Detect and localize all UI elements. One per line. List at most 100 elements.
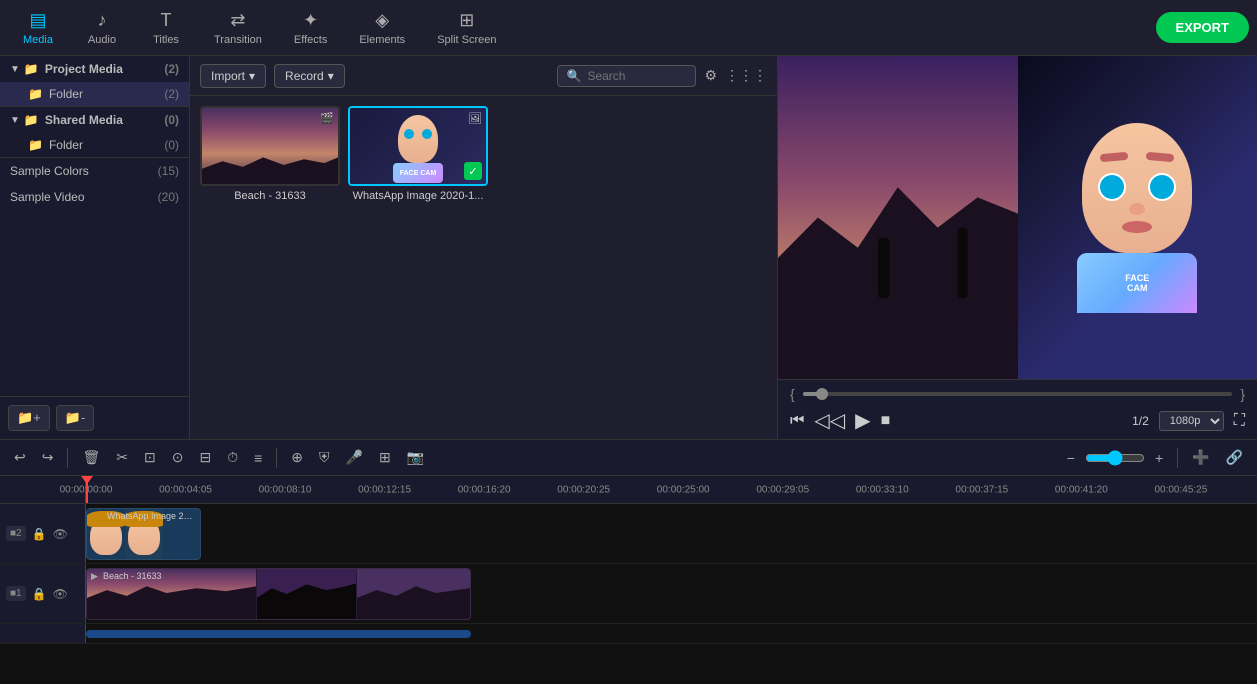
step-back-button[interactable]: ⏮	[790, 412, 804, 430]
sidebar-folder-item[interactable]: 📁 Folder (2)	[0, 82, 189, 106]
transition-icon: ⇄	[230, 10, 245, 31]
ruler-time-9: 00:00:37:15	[955, 484, 1008, 495]
tab-effects[interactable]: ✦ Effects	[280, 4, 341, 52]
zoom-slider[interactable]	[1085, 450, 1145, 466]
track-whatsapp-clip[interactable]: ▶ WhatsApp Image 202...	[86, 508, 201, 560]
snap-button[interactable]: ⊕	[285, 446, 309, 469]
zoom-out-button[interactable]: −	[1061, 447, 1081, 469]
slow-back-button[interactable]: ◁◁	[814, 408, 845, 433]
camera-button[interactable]: 📷	[401, 446, 430, 469]
ruler-times: 00:00:00:00 00:00:04:05 00:00:08:10 00:0…	[86, 476, 1257, 503]
tab-elements[interactable]: ◈ Elements	[345, 4, 419, 52]
redo-button[interactable]: ↪	[36, 446, 60, 469]
elements-icon: ◈	[375, 10, 389, 31]
delete-button[interactable]: 🗑	[76, 446, 106, 469]
whatsapp-thumbnail: FACE CAM 🖼 ✓	[348, 106, 488, 186]
crop-button[interactable]: ⊡	[138, 446, 162, 469]
ruler-time-8: 00:00:33:10	[856, 484, 909, 495]
playhead[interactable]	[86, 476, 88, 503]
sidebar-shared-media-header[interactable]: ▼ 📁 Shared Media (0)	[0, 107, 189, 133]
ruler-time-6: 00:00:25:00	[657, 484, 710, 495]
tab-media[interactable]: ▤ Media	[8, 4, 68, 52]
add-track-button[interactable]: ➕	[1186, 446, 1215, 469]
avatar-head	[1082, 123, 1192, 253]
beach-thumbnail: 🎬	[200, 106, 340, 186]
export-button[interactable]: EXPORT	[1156, 12, 1249, 43]
toolbar-separator-3	[1177, 448, 1178, 468]
timeline-blue-bar	[86, 630, 471, 638]
beach-label: Beach - 31633	[200, 190, 340, 202]
project-media-folder-icon: 📁	[24, 62, 39, 76]
titles-icon: T	[161, 10, 172, 31]
track-v2-visibility[interactable]: 👁	[53, 527, 68, 541]
bracket-close: }	[1240, 386, 1245, 402]
subtitle-button[interactable]: ⊞	[373, 446, 397, 469]
preview-progress-track[interactable]	[803, 392, 1233, 396]
sidebar-remove-button[interactable]: 📁-	[56, 405, 95, 431]
play-button[interactable]: ▶	[855, 408, 870, 433]
record-dropdown-arrow: ▾	[328, 69, 334, 83]
beach-visual	[202, 108, 338, 184]
preview-panel: FACE CAM { } ⏮ ◁◁ ▶ ■ 1/2	[777, 56, 1257, 439]
tab-titles[interactable]: T Titles	[136, 4, 196, 52]
avatar-hair	[1067, 108, 1207, 188]
sidebar-add-folder-button[interactable]: 📁+	[8, 405, 50, 431]
beach-frame-3	[357, 569, 470, 619]
track-beach-clip[interactable]: ▶ Beach - 31633	[86, 568, 471, 620]
tab-transition[interactable]: ⇄ Transition	[200, 4, 276, 52]
avatar-nose	[1129, 203, 1145, 215]
sidebar-bottom-buttons: 📁+ 📁-	[0, 396, 189, 439]
sidebar-sample-colors[interactable]: Sample Colors (15)	[0, 158, 189, 184]
import-button[interactable]: Import ▾	[200, 64, 266, 88]
preview-controls: { } ⏮ ◁◁ ▶ ■ 1/2 1080p ⛶	[778, 379, 1257, 439]
track-v2-lock[interactable]: 🔒	[32, 527, 47, 541]
search-box[interactable]: 🔍	[557, 65, 696, 87]
timeline-tracks: ■2 🔒 👁 ▶ WhatsApp Image 202...	[0, 504, 1257, 684]
timeline-toolbar: ↩ ↪ 🗑 ✂ ⊡ ⊙ ⊟ ⏱ ≡ ⊕ ⛨ 🎤 ⊞ 📷 − + ➕ 🔗	[0, 440, 1257, 476]
ruler-time-2: 00:00:08:10	[259, 484, 312, 495]
tab-audio[interactable]: ♪ Audio	[72, 4, 132, 52]
bracket-open: {	[790, 386, 795, 402]
color-button[interactable]: ⊙	[166, 446, 190, 469]
fullscreen-button[interactable]: ⛶	[1234, 412, 1245, 430]
search-icon: 🔍	[566, 69, 581, 83]
zoom-in-button[interactable]: +	[1149, 447, 1169, 469]
toolbar-separator-2	[276, 448, 277, 468]
track-v1-lock[interactable]: 🔒	[32, 587, 47, 601]
track-v1-visibility[interactable]: 👁	[53, 587, 68, 601]
undo-button[interactable]: ↩	[8, 446, 32, 469]
sidebar: ▼ 📁 Project Media (2) 📁 Folder (2) ▼ 📁 S…	[0, 56, 190, 439]
ruler-time-7: 00:00:29:05	[756, 484, 809, 495]
avatar-mouth	[1122, 221, 1152, 233]
stop-button[interactable]: ■	[881, 412, 891, 430]
preview-avatar-panel: FACE CAM	[1018, 56, 1257, 379]
record-button[interactable]: Record ▾	[274, 64, 345, 88]
avatar-left-eye	[1098, 173, 1126, 201]
effects-icon: ✦	[303, 10, 318, 31]
preview-progress-handle[interactable]	[816, 388, 828, 400]
media-item-whatsapp[interactable]: FACE CAM 🖼 ✓ WhatsApp Image 2020-1...	[348, 106, 488, 202]
link-button[interactable]: 🔗	[1220, 446, 1249, 469]
shield-button[interactable]: ⛨	[313, 446, 336, 469]
search-input[interactable]	[587, 69, 687, 83]
preview-counter: 1/2	[1132, 414, 1149, 428]
media-item-beach[interactable]: 🎬 Beach - 31633	[200, 106, 340, 202]
speed-button[interactable]: ⏱	[221, 446, 244, 469]
cut-button[interactable]: ✂	[110, 446, 134, 469]
shared-media-folder-icon: 📁	[24, 113, 39, 127]
ruler-time-4: 00:00:16:20	[458, 484, 511, 495]
track-v1-row: ■1 🔒 👁 ▶ Beach - 31633	[0, 564, 1257, 624]
whatsapp-clip-label: WhatsApp Image 202...	[107, 511, 197, 521]
sidebar-shared-folder-item[interactable]: 📁 Folder (0)	[0, 133, 189, 157]
filter-icon[interactable]: ⚙	[704, 67, 717, 84]
resolution-select[interactable]: 1080p	[1159, 411, 1224, 431]
sidebar-sample-video[interactable]: Sample Video (20)	[0, 184, 189, 210]
sidebar-project-media-header[interactable]: ▼ 📁 Project Media (2)	[0, 56, 189, 82]
tab-split-screen[interactable]: ⊞ Split Screen	[423, 4, 510, 52]
mic-button[interactable]: 🎤	[340, 446, 369, 469]
grid-view-icon[interactable]: ⋮⋮⋮	[725, 67, 767, 84]
audio-button[interactable]: ≡	[248, 447, 268, 469]
import-dropdown-arrow: ▾	[249, 69, 255, 83]
pip-button[interactable]: ⊟	[193, 446, 217, 469]
media-panel: Import ▾ Record ▾ 🔍 ⚙ ⋮⋮⋮ 🎬	[190, 56, 777, 439]
